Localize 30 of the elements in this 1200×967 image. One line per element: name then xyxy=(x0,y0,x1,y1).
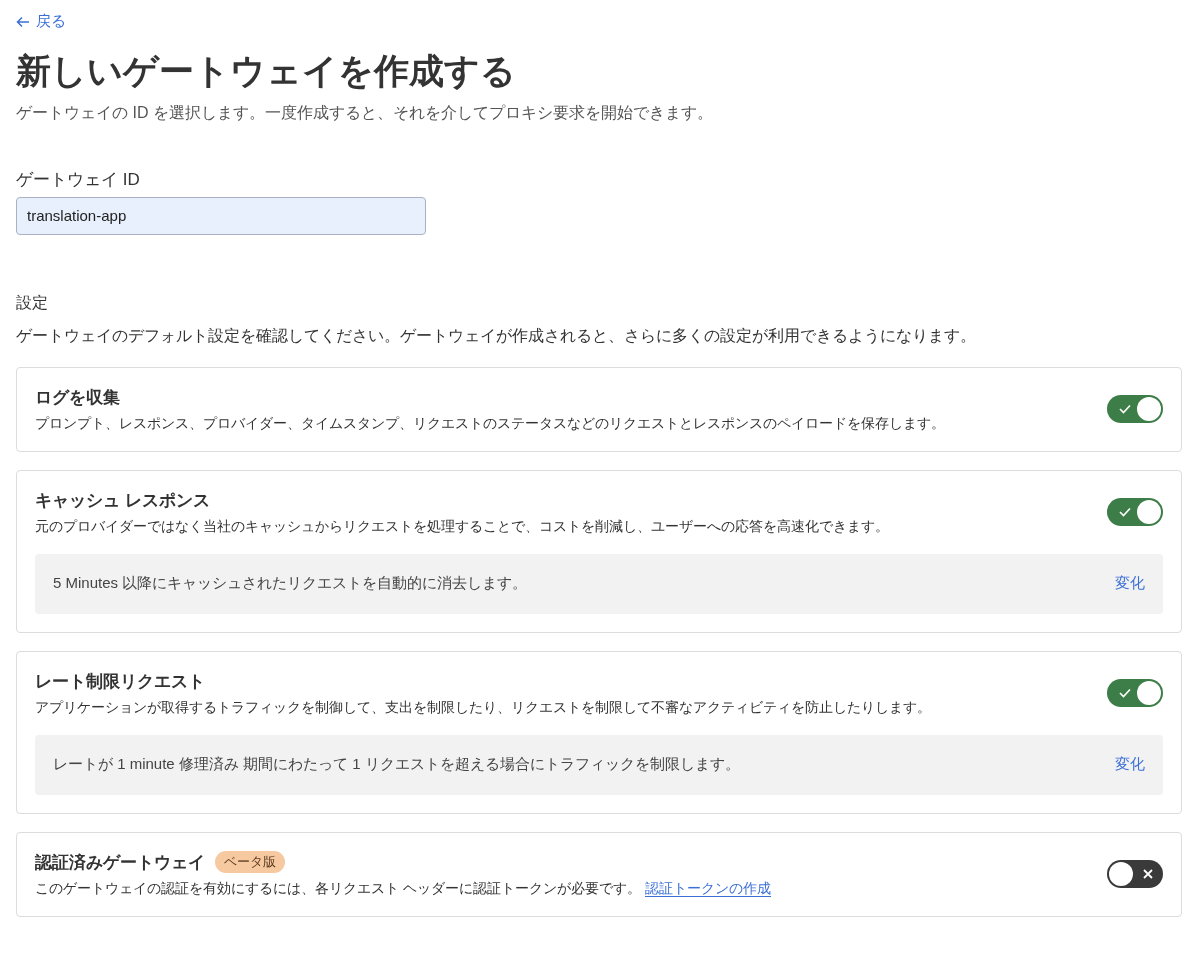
setting-title: 認証済みゲートウェイ xyxy=(35,851,205,874)
setting-title: ログを収集 xyxy=(35,386,120,409)
page-subtitle: ゲートウェイの ID を選択します。一度作成すると、それを介してプロキシ要求を開始できます。 xyxy=(16,102,714,123)
check-icon xyxy=(1119,688,1131,698)
section-description: ゲートウェイのデフォルト設定を確認してください。ゲートウェイが作成されると、さらに多くの設定が利用できるようになります。 xyxy=(16,325,977,346)
change-link[interactable]: 変化 xyxy=(1115,574,1145,593)
setting-title: レート制限リクエスト xyxy=(35,670,205,693)
toggle-switch[interactable] xyxy=(1107,395,1163,423)
setting-description: プロンプト、レスポンス、プロバイダー、タイムスタンプ、リクエストのステータスなどのリクエストとレスポンスのペイロードを保存します。 xyxy=(35,414,945,433)
back-link[interactable]: 戻る xyxy=(16,12,66,31)
gateway-id-field[interactable]: translation-app xyxy=(16,196,426,235)
back-arrow-icon xyxy=(16,15,30,28)
setting-description: このゲートウェイの認証を有効にするには、各リクエスト ヘッダーに認証トークンが必要です。 認証トークンの作成 xyxy=(35,879,771,898)
setting-title: キャッシュ レスポンス xyxy=(35,489,210,512)
create-token-link[interactable]: 認証トークンの作成 xyxy=(644,879,771,897)
detail-text: レートが 1 minute 修理済み 期間にわたって 1 リクエストを超える場合にトラフィックを制限します。 xyxy=(53,755,740,774)
detail-text: 5 Minutes 以降にキャッシュされたリクエストを自動的に消去します。 xyxy=(53,574,528,593)
change-link[interactable]: 変化 xyxy=(1115,755,1145,774)
close-icon xyxy=(1143,869,1153,879)
toggle-switch[interactable] xyxy=(1107,860,1163,888)
toggle-switch[interactable] xyxy=(1107,498,1163,526)
section-heading: 設定 xyxy=(16,292,49,313)
setting-description: 元のプロバイダーではなく当社のキャッシュからリクエストを処理することで、コストを削減し、ユーザーへの応答を高速化できます。 xyxy=(35,517,889,536)
beta-badge: ベータ版 xyxy=(215,851,285,873)
check-icon xyxy=(1119,507,1131,517)
field-label: ゲートウェイ ID xyxy=(16,168,141,191)
check-icon xyxy=(1119,404,1131,414)
page-title: 新しいゲートウェイを作成する xyxy=(16,49,517,92)
setting-description: アプリケーションが取得するトラフィックを制御して、支出を制限したり、リクエストを制限して不審なアクティビティを防止したりします。 xyxy=(35,698,931,717)
toggle-switch[interactable] xyxy=(1107,679,1163,707)
